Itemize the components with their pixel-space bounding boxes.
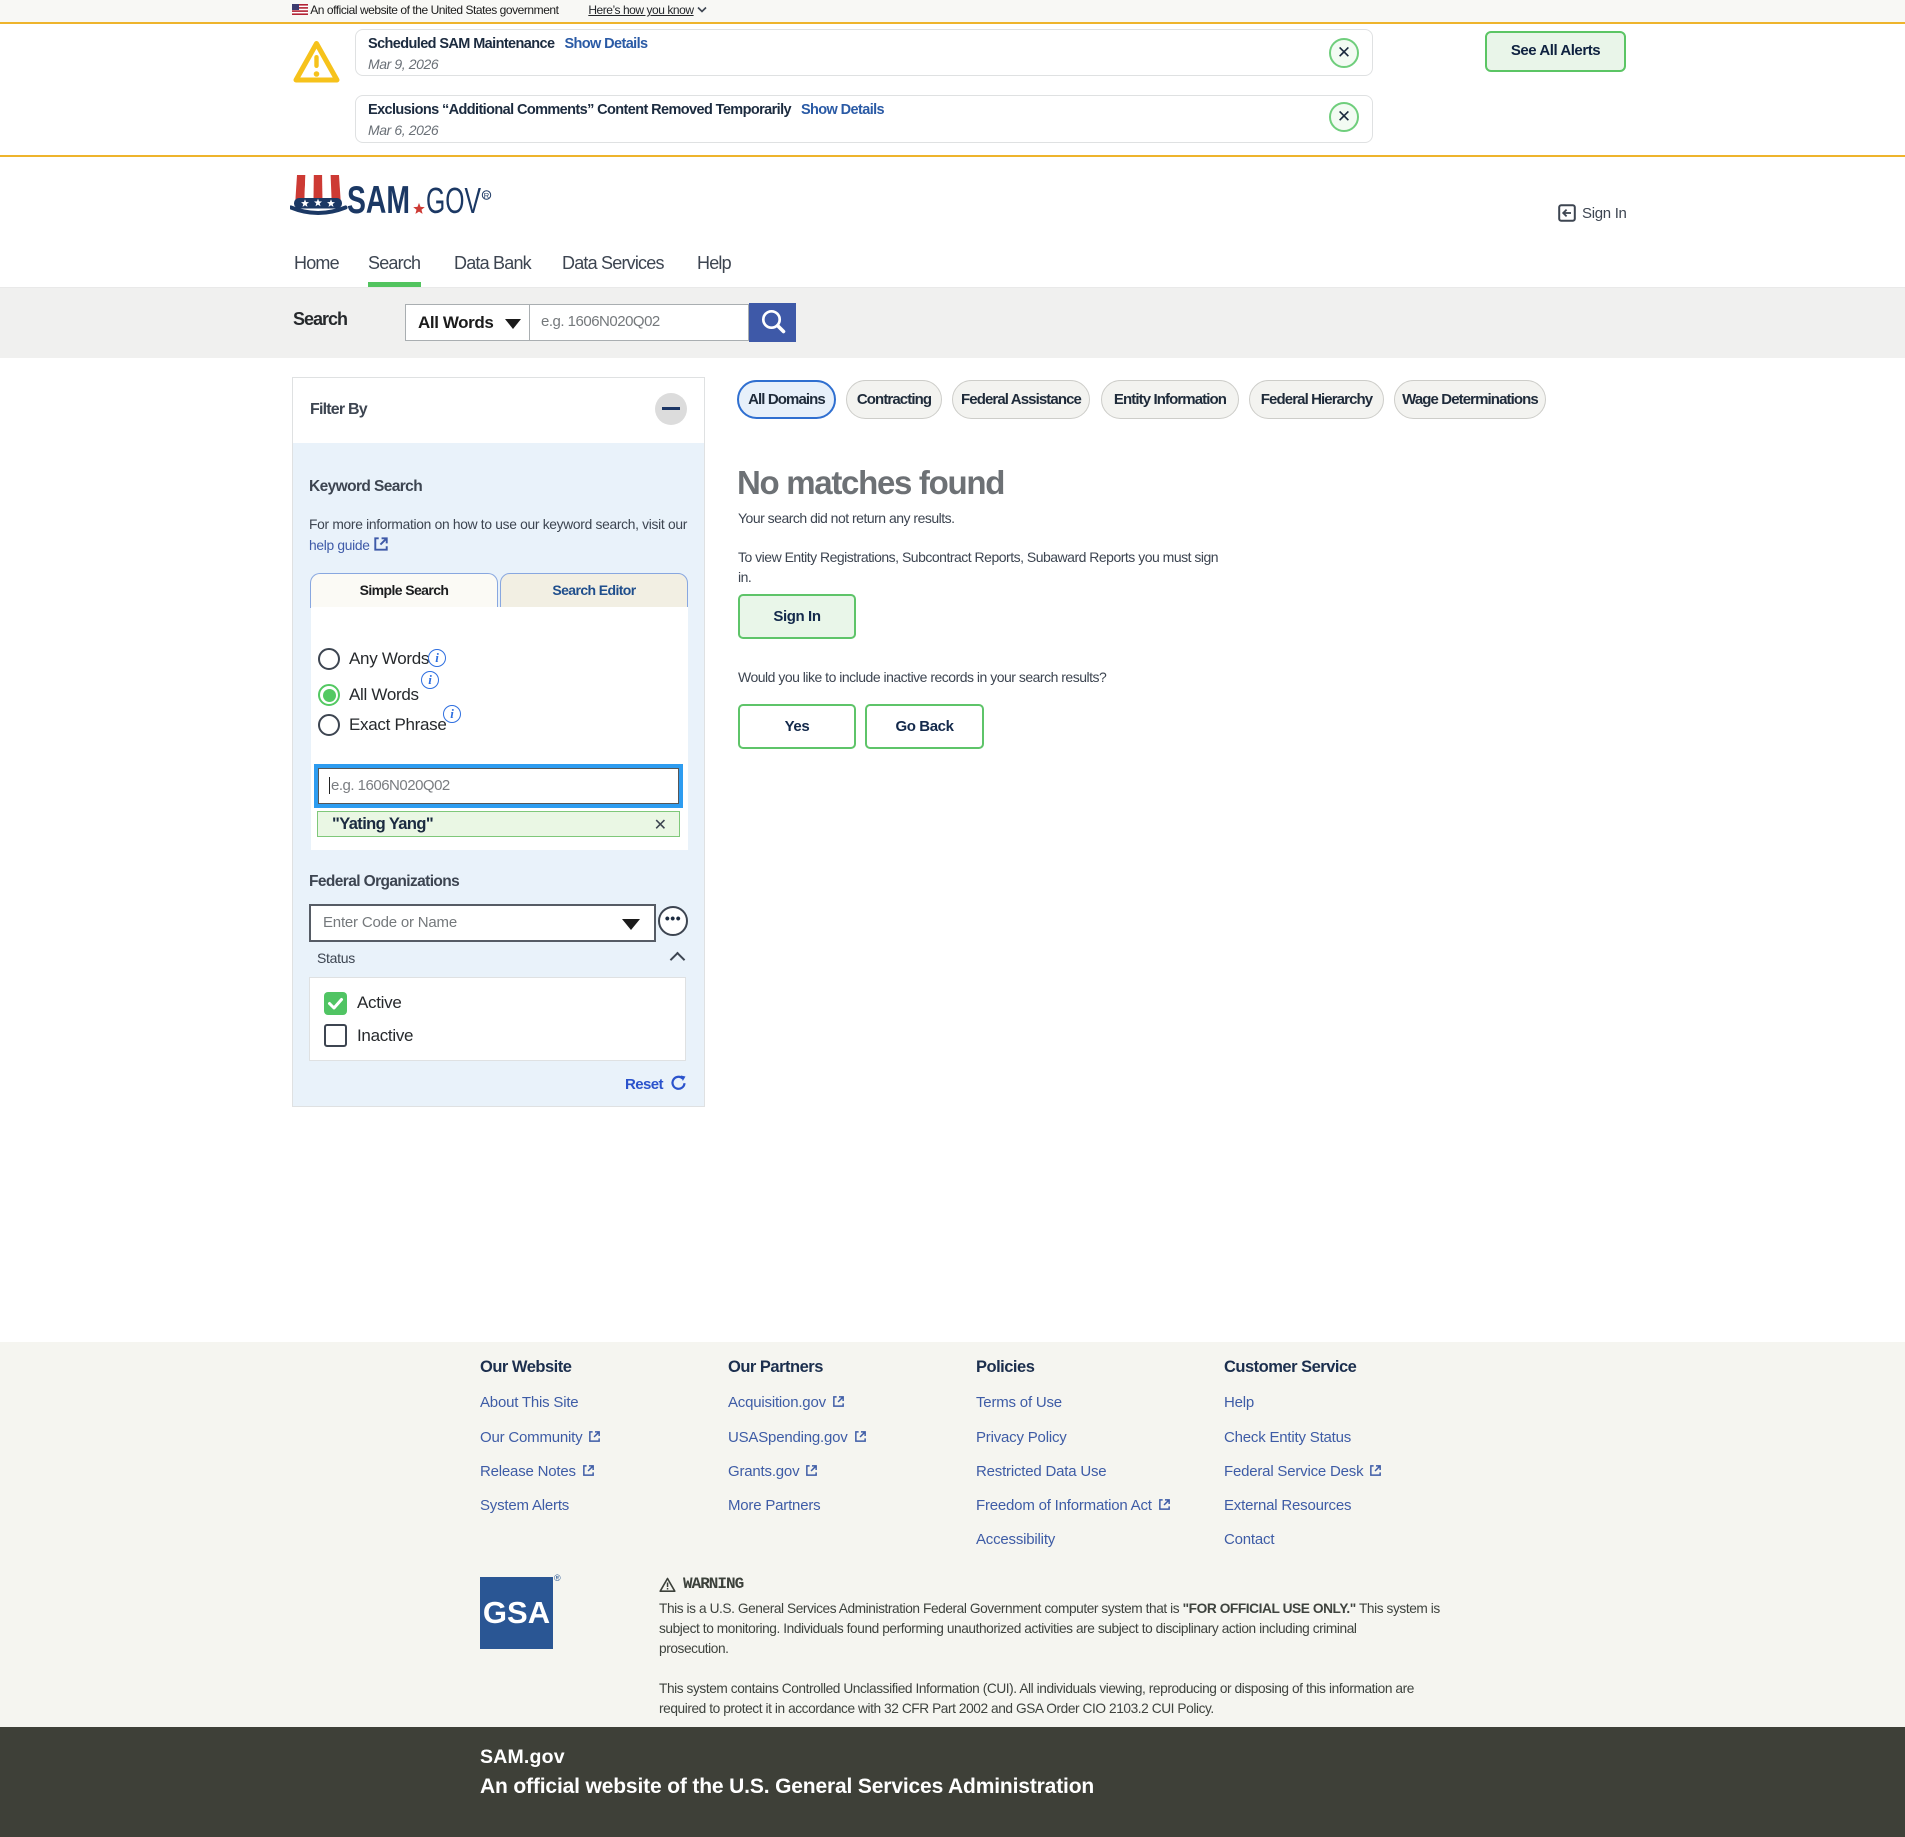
svg-text:R: R xyxy=(484,191,490,200)
svg-text:SAM: SAM xyxy=(347,179,410,222)
svg-text:GOV: GOV xyxy=(426,180,481,221)
